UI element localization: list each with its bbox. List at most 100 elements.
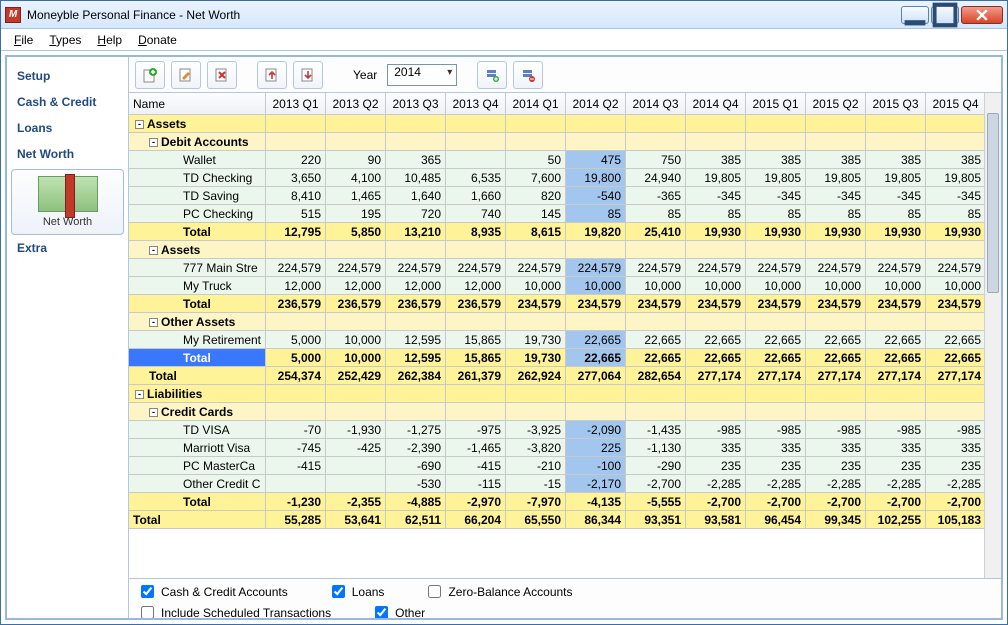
table-row[interactable]: -Assets xyxy=(129,241,986,259)
table-row[interactable]: -Other Assets xyxy=(129,313,986,331)
cell-value[interactable] xyxy=(386,313,446,331)
table-row[interactable]: Wallet2209036550475750385385385385385 xyxy=(129,151,986,169)
cell-value[interactable]: 8,615 xyxy=(506,223,566,241)
cell-value[interactable]: 475 xyxy=(566,151,626,169)
cell-value[interactable]: 10,485 xyxy=(386,169,446,187)
cell-value[interactable]: -345 xyxy=(806,187,866,205)
cell-value[interactable] xyxy=(566,115,626,133)
cell-value[interactable]: 236,579 xyxy=(326,295,386,313)
cell-value[interactable]: 22,665 xyxy=(626,349,686,367)
cell-value[interactable]: 235 xyxy=(686,457,746,475)
cell-value[interactable]: -985 xyxy=(806,421,866,439)
cell-value[interactable]: -2,170 xyxy=(566,475,626,493)
cell-value[interactable]: 50 xyxy=(506,151,566,169)
cell-value[interactable] xyxy=(866,241,926,259)
cell-value[interactable] xyxy=(566,385,626,403)
cell-value[interactable] xyxy=(386,385,446,403)
cell-value[interactable]: 4,100 xyxy=(326,169,386,187)
checkbox-other[interactable]: Other xyxy=(371,603,425,618)
cell-value[interactable]: -100 xyxy=(566,457,626,475)
cell-value[interactable] xyxy=(326,133,386,151)
cell-value[interactable]: 90 xyxy=(326,151,386,169)
cell-value[interactable] xyxy=(506,385,566,403)
cell-value[interactable] xyxy=(866,313,926,331)
cell-value[interactable]: -4,885 xyxy=(386,493,446,511)
cell-value[interactable]: 224,579 xyxy=(266,259,326,277)
cell-value[interactable] xyxy=(626,403,686,421)
cell-value[interactable]: 12,795 xyxy=(266,223,326,241)
cell-value[interactable]: 12,000 xyxy=(446,277,506,295)
cell-value[interactable]: -985 xyxy=(686,421,746,439)
cell-value[interactable]: 261,379 xyxy=(446,367,506,385)
cell-value[interactable]: -985 xyxy=(746,421,806,439)
cell-value[interactable]: 145 xyxy=(506,205,566,223)
cell-value[interactable]: 22,665 xyxy=(926,331,986,349)
table-row[interactable]: Total55,28553,64162,51166,20465,55086,34… xyxy=(129,511,986,529)
minimize-button[interactable] xyxy=(901,6,929,24)
tree-toggle-icon[interactable]: - xyxy=(135,390,144,399)
cell-value[interactable]: 55,285 xyxy=(266,511,326,529)
cell-value[interactable]: 10,000 xyxy=(746,277,806,295)
cell-value[interactable]: 224,579 xyxy=(926,259,986,277)
cell-value[interactable]: 820 xyxy=(506,187,566,205)
cell-value[interactable] xyxy=(386,403,446,421)
table-row[interactable]: TD Checking3,6504,10010,4856,5357,60019,… xyxy=(129,169,986,187)
cell-value[interactable]: 96,454 xyxy=(746,511,806,529)
cell-value[interactable]: -5,555 xyxy=(626,493,686,511)
row-name[interactable]: Total xyxy=(129,511,266,529)
cell-value[interactable]: 224,579 xyxy=(746,259,806,277)
cell-value[interactable] xyxy=(566,403,626,421)
cell-value[interactable] xyxy=(806,385,866,403)
scrollbar-thumb[interactable] xyxy=(987,113,999,293)
table-row[interactable]: Total-1,230-2,355-4,885-2,970-7,970-4,13… xyxy=(129,493,986,511)
cell-value[interactable]: 234,579 xyxy=(626,295,686,313)
table-row[interactable]: 777 Main Stre224,579224,579224,579224,57… xyxy=(129,259,986,277)
cell-value[interactable]: 224,579 xyxy=(506,259,566,277)
cell-value[interactable]: 235 xyxy=(806,457,866,475)
cell-value[interactable]: 19,730 xyxy=(506,331,566,349)
checkbox-input[interactable] xyxy=(375,606,388,618)
cell-value[interactable]: 262,924 xyxy=(506,367,566,385)
cell-value[interactable] xyxy=(686,133,746,151)
tree-toggle-icon[interactable]: - xyxy=(149,138,158,147)
cell-value[interactable]: 19,800 xyxy=(566,169,626,187)
remove-column-button[interactable] xyxy=(513,61,543,89)
column-header[interactable]: 2013 Q3 xyxy=(386,93,446,115)
cell-value[interactable]: 10,000 xyxy=(806,277,866,295)
table-row[interactable]: Marriott Visa-745-425-2,390-1,465-3,8202… xyxy=(129,439,986,457)
tree-toggle-icon[interactable]: - xyxy=(149,246,158,255)
cell-value[interactable]: -425 xyxy=(326,439,386,457)
cell-value[interactable] xyxy=(746,115,806,133)
cell-value[interactable]: 85 xyxy=(626,205,686,223)
row-name[interactable]: 777 Main Stre xyxy=(129,259,266,277)
cell-value[interactable]: 19,805 xyxy=(866,169,926,187)
row-name[interactable]: Total xyxy=(129,493,266,511)
cell-value[interactable] xyxy=(266,475,326,493)
cell-value[interactable]: 220 xyxy=(266,151,326,169)
cell-value[interactable]: 22,665 xyxy=(866,349,926,367)
cell-value[interactable] xyxy=(446,115,506,133)
cell-value[interactable] xyxy=(686,385,746,403)
cell-value[interactable] xyxy=(446,133,506,151)
sidebar-item-loans[interactable]: Loans xyxy=(11,115,124,141)
checkbox-input[interactable] xyxy=(141,585,154,598)
cell-value[interactable]: 5,850 xyxy=(326,223,386,241)
cell-value[interactable]: -2,700 xyxy=(866,493,926,511)
table-row[interactable]: My Retirement5,00010,00012,59515,86519,7… xyxy=(129,331,986,349)
table-row[interactable]: PC MasterCa-415-690-415-210-100-29023523… xyxy=(129,457,986,475)
cell-value[interactable]: -345 xyxy=(686,187,746,205)
cell-value[interactable] xyxy=(326,115,386,133)
cell-value[interactable]: 385 xyxy=(806,151,866,169)
cell-value[interactable]: 10,000 xyxy=(506,277,566,295)
cell-value[interactable]: 385 xyxy=(866,151,926,169)
cell-value[interactable]: 385 xyxy=(926,151,986,169)
cell-value[interactable]: 236,579 xyxy=(386,295,446,313)
cell-value[interactable]: -2,355 xyxy=(326,493,386,511)
cell-value[interactable]: 13,210 xyxy=(386,223,446,241)
cell-value[interactable]: 1,660 xyxy=(446,187,506,205)
cell-value[interactable]: 234,579 xyxy=(866,295,926,313)
grid-scroll-area[interactable]: Name2013 Q12013 Q22013 Q32013 Q42014 Q12… xyxy=(129,93,1001,578)
row-name[interactable]: Marriott Visa xyxy=(129,439,266,457)
column-header[interactable]: 2013 Q2 xyxy=(326,93,386,115)
column-header[interactable]: 2014 Q3 xyxy=(626,93,686,115)
